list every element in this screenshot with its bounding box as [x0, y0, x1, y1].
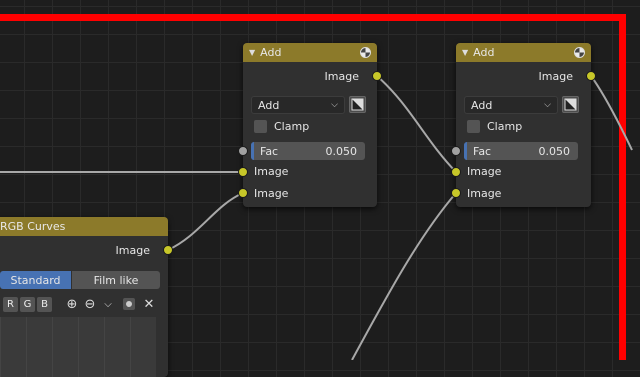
rgb-curves-node[interactable]: RGB Curves Image Standard Film like R G … — [0, 217, 168, 377]
chevron-down-icon: ⌵ — [544, 100, 551, 110]
fac-field[interactable]: Fac 0.050 — [251, 142, 365, 160]
zoom-in-icon[interactable]: ⊕ — [65, 297, 79, 312]
channel-r-button[interactable]: R — [3, 297, 18, 312]
add-node-1[interactable]: ▼ Add Image Add ⌵ Clamp Fac 0.050 Image … — [243, 43, 377, 207]
output-label: Image — [324, 69, 359, 83]
channel-b-button[interactable]: B — [37, 297, 52, 312]
chevron-down-icon: ⌵ — [331, 100, 338, 110]
output-image-row: Image — [243, 66, 377, 86]
input-image-row-2: Image — [456, 183, 591, 203]
output-image-row: Image — [0, 240, 168, 260]
node-editor-canvas[interactable]: ▼ Add Image Add ⌵ Clamp Fac 0.050 Image … — [0, 0, 640, 377]
input-label: Image — [254, 164, 289, 178]
clamp-checkbox[interactable] — [467, 120, 480, 133]
alpha-icon — [564, 98, 577, 111]
add2-input-socket-1[interactable] — [451, 167, 461, 177]
tab-standard[interactable]: Standard — [0, 271, 71, 289]
rgb-curves-output-socket[interactable] — [163, 245, 173, 255]
channel-r-label: R — [7, 299, 14, 310]
node-title: Add — [473, 46, 495, 59]
tab-film-like-label: Film like — [93, 273, 139, 287]
dot-icon[interactable] — [122, 297, 136, 311]
clamp-checkbox[interactable] — [254, 120, 267, 133]
link-rgbcurves-to-add1-image — [167, 192, 244, 251]
channel-g-button[interactable]: G — [20, 297, 35, 312]
add1-input-socket-2[interactable] — [238, 188, 248, 198]
add-node-2-header[interactable]: ▼ Add — [456, 43, 591, 62]
use-alpha-toggle[interactable] — [349, 96, 366, 113]
blend-mode-dropdown[interactable]: Add ⌵ — [251, 96, 345, 114]
input-image-row-2: Image — [243, 183, 377, 203]
link-add2-output — [590, 75, 633, 151]
input-label: Image — [467, 164, 502, 178]
input-label: Image — [467, 186, 502, 200]
rgb-curves-header[interactable]: RGB Curves — [0, 217, 168, 236]
add1-output-socket[interactable] — [372, 71, 382, 81]
collapse-arrow-icon[interactable]: ▼ — [249, 48, 255, 57]
tab-standard-label: Standard — [10, 273, 61, 287]
input-image-row-1: Image — [456, 161, 591, 181]
zoom-out-icon[interactable]: ⊖ — [83, 297, 97, 312]
clamp-option[interactable]: Clamp — [254, 120, 309, 133]
chevron-down-icon[interactable]: ⌵ — [101, 297, 115, 311]
add1-fac-socket[interactable] — [238, 146, 248, 156]
add-node-2[interactable]: ▼ Add Image Add ⌵ Clamp Fac 0.050 Image … — [456, 43, 591, 207]
clamp-option[interactable]: Clamp — [467, 120, 522, 133]
output-label: Image — [538, 69, 573, 83]
node-title: Add — [260, 46, 282, 59]
tab-film-like[interactable]: Film like — [72, 271, 160, 289]
channel-b-label: B — [41, 299, 48, 310]
add1-input-socket-1[interactable] — [238, 167, 248, 177]
close-icon[interactable]: ✕ — [142, 297, 156, 312]
fac-label: Fac — [260, 144, 279, 158]
output-image-row: Image — [456, 66, 591, 86]
add-node-1-header[interactable]: ▼ Add — [243, 43, 377, 62]
blend-mode-value: Add — [258, 98, 280, 112]
alpha-icon — [351, 98, 364, 111]
add2-input-socket-2[interactable] — [451, 188, 461, 198]
fac-value: 0.050 — [538, 144, 571, 158]
link-bottom-to-add2-image — [351, 192, 457, 360]
collapse-arrow-icon[interactable]: ▼ — [462, 48, 468, 57]
node-title: RGB Curves — [0, 220, 66, 233]
preview-toggle-icon[interactable] — [360, 47, 371, 58]
fac-field[interactable]: Fac 0.050 — [464, 142, 578, 160]
blend-mode-dropdown[interactable]: Add ⌵ — [464, 96, 558, 114]
preview-toggle-icon[interactable] — [574, 47, 585, 58]
add2-output-socket[interactable] — [586, 71, 596, 81]
use-alpha-toggle[interactable] — [562, 96, 579, 113]
input-label: Image — [254, 186, 289, 200]
input-image-row-1: Image — [243, 161, 377, 181]
output-label: Image — [115, 243, 150, 257]
channel-g-label: G — [23, 299, 32, 310]
fac-label: Fac — [473, 144, 492, 158]
fac-value: 0.050 — [325, 144, 358, 158]
add2-fac-socket[interactable] — [451, 146, 461, 156]
curve-graph[interactable] — [0, 317, 156, 377]
clamp-label: Clamp — [487, 120, 523, 133]
blend-mode-value: Add — [471, 98, 493, 112]
clamp-label: Clamp — [274, 120, 310, 133]
link-add1-to-add2-image — [376, 75, 457, 173]
